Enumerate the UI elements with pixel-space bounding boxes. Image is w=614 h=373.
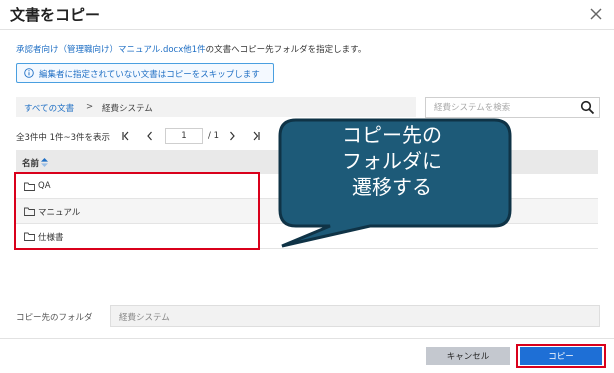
search-box [425,97,600,118]
page-total: / 1 [208,131,219,141]
next-page-icon[interactable] [226,130,238,142]
breadcrumb-separator: > [86,102,94,112]
breadcrumb: すべての文書 > 経費システム [16,97,416,117]
breadcrumb-current: 経費システム [102,104,153,114]
target-documents-link[interactable]: 承認者向け（管理職向け）マニュアル.docx他1件 [16,45,206,55]
info-icon [24,68,34,78]
footer-divider [0,338,614,339]
last-page-icon[interactable] [250,130,262,142]
column-header-label: 名前 [22,159,40,169]
page-number-input[interactable] [165,128,203,144]
destination-field: 経費システム [110,305,600,327]
breadcrumb-root-link[interactable]: すべての文書 [24,102,74,114]
cancel-button[interactable]: キャンセル [426,347,510,365]
description-text: の文書へコピー先フォルダを指定します。 [205,45,367,55]
dialog-titlebar: 文書をコピー [0,0,614,30]
dialog-title: 文書をコピー [10,6,101,24]
prev-page-icon[interactable] [144,130,156,142]
destination-label: コピー先のフォルダ [16,313,93,323]
column-header-name[interactable]: 名前 [22,157,49,169]
search-input[interactable] [426,98,574,117]
skip-notice: 編集者に指定されていない文書はコピーをスキップします [16,63,274,83]
notice-text: 編集者に指定されていない文書はコピーをスキップします [39,70,260,80]
sort-icon [41,158,49,167]
result-count: 全3件中 1件~3件を表示 [16,133,111,143]
copy-dialog: 文書をコピー 承認者向け（管理職向け）マニュアル.docx他1件の文書へコピー先… [0,0,614,373]
close-icon[interactable] [587,5,605,23]
dialog-description: 承認者向け（管理職向け）マニュアル.docx他1件の文書へコピー先フォルダを指定… [16,43,366,55]
destination-value: 経費システム [119,313,170,323]
folder-list-highlight [14,172,260,250]
search-icon[interactable] [580,100,595,115]
callout-text: コピー先の フォルダに 遷移する [342,123,442,199]
copy-button-highlight [516,344,606,368]
first-page-icon[interactable] [120,130,132,142]
